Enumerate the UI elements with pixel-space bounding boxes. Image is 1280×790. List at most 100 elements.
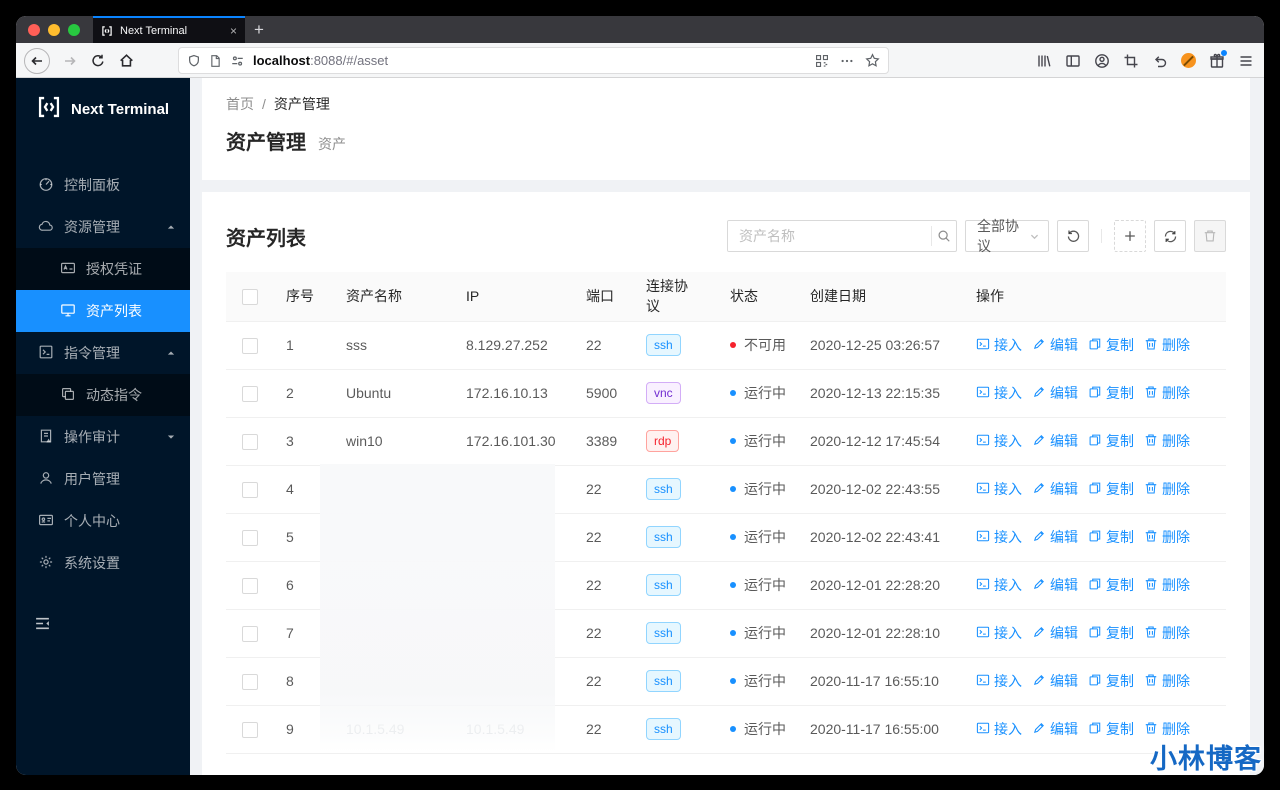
sidebar-item-audit[interactable]: 操作审计 [16,416,190,458]
row-checkbox[interactable] [242,577,258,594]
sidebar-item-settings[interactable]: 系统设置 [16,542,190,584]
row-checkbox[interactable] [242,385,258,402]
row-checkbox[interactable] [242,721,258,738]
copy-action[interactable]: 复制 [1088,575,1134,595]
copy-action[interactable]: 复制 [1088,479,1134,499]
row-checkbox[interactable] [242,529,258,546]
edit-action[interactable]: 编辑 [1032,335,1078,355]
protocol-tag: ssh [646,574,681,596]
row-checkbox[interactable] [242,433,258,450]
app-logo[interactable]: Next Terminal [16,78,190,140]
delete-action[interactable]: 删除 [1144,623,1190,643]
zoom-window-button[interactable] [68,24,80,36]
search-icon[interactable] [931,226,956,246]
sidebar-item-user-manage[interactable]: 用户管理 [16,458,190,500]
delete-action[interactable]: 删除 [1144,719,1190,739]
extension-blocked-icon[interactable] [1181,53,1196,68]
minimize-window-button[interactable] [48,24,60,36]
sidebar-item-asset-list[interactable]: 资产列表 [16,290,190,332]
delete-action[interactable]: 删除 [1144,335,1190,355]
bookmark-star-icon[interactable] [865,53,880,68]
select-all-checkbox[interactable] [242,288,258,305]
page-subtitle: 资产 [318,136,346,152]
back-button[interactable] [24,47,50,74]
library-icon[interactable] [1036,53,1052,69]
screenshot-crop-icon[interactable] [1123,53,1139,69]
sidebar-toggle-icon[interactable] [1065,53,1081,69]
access-action[interactable]: 接入 [976,527,1022,547]
col-header-actions: 操作 [960,272,1226,322]
access-action[interactable]: 接入 [976,575,1022,595]
forward-button[interactable] [62,53,78,69]
protocol-select[interactable]: 全部协议 [965,218,1049,254]
delete-action[interactable]: 删除 [1144,431,1190,451]
edit-action[interactable]: 编辑 [1032,719,1078,739]
edit-action[interactable]: 编辑 [1032,383,1078,403]
copy-action[interactable]: 复制 [1088,719,1134,739]
access-action[interactable]: 接入 [976,335,1022,355]
delete-icon [1144,433,1158,450]
access-action[interactable]: 接入 [976,671,1022,691]
edit-action[interactable]: 编辑 [1032,575,1078,595]
home-button[interactable] [118,52,135,69]
permissions-icon[interactable] [230,54,245,68]
url-bar[interactable]: localhost:8088/#/asset [178,47,889,74]
page-info-icon[interactable] [209,54,222,68]
menu-hamburger-icon[interactable] [1238,53,1254,69]
edit-action[interactable]: 编辑 [1032,431,1078,451]
protocol-tag: ssh [646,622,681,644]
copy-action[interactable]: 复制 [1088,527,1134,547]
cell-actions: 接入 编辑 复制 删除 [960,513,1226,562]
url-text[interactable]: localhost:8088/#/asset [253,53,807,68]
delete-action[interactable]: 删除 [1144,479,1190,499]
sidebar-item-command-manage[interactable]: 指令管理 [16,332,190,374]
edit-action[interactable]: 编辑 [1032,479,1078,499]
delete-action[interactable]: 删除 [1144,527,1190,547]
sidebar-item-resource-manage[interactable]: 资源管理 [16,206,190,248]
access-action[interactable]: 接入 [976,431,1022,451]
reload-button[interactable] [90,53,106,69]
copy-action[interactable]: 复制 [1088,623,1134,643]
cell-ip: 172.16.10.13 [450,369,570,418]
undo-icon[interactable] [1152,53,1168,69]
new-tab-button[interactable]: + [254,18,264,42]
sidebar-item-profile[interactable]: 个人中心 [16,500,190,542]
asset-search-input[interactable] [728,221,931,251]
row-checkbox[interactable] [242,625,258,642]
access-action[interactable]: 接入 [976,623,1022,643]
access-action[interactable]: 接入 [976,383,1022,403]
edit-action[interactable]: 编辑 [1032,671,1078,691]
delete-action[interactable]: 删除 [1144,383,1190,403]
access-action[interactable]: 接入 [976,479,1022,499]
reset-search-button[interactable] [1057,220,1089,252]
copy-action[interactable]: 复制 [1088,383,1134,403]
copy-action[interactable]: 复制 [1088,335,1134,355]
tracking-shield-icon[interactable] [187,54,201,68]
edit-action[interactable]: 编辑 [1032,527,1078,547]
sidebar-item-dynamic-command[interactable]: 动态指令 [16,374,190,416]
menu-fold-icon[interactable] [34,615,51,637]
row-checkbox[interactable] [242,337,258,354]
delete-action[interactable]: 删除 [1144,671,1190,691]
sidebar-item-credential[interactable]: 授权凭证 [16,248,190,290]
browser-tab[interactable]: Next Terminal × [93,16,245,43]
row-checkbox[interactable] [242,481,258,498]
row-checkbox[interactable] [242,673,258,690]
copy-action[interactable]: 复制 [1088,431,1134,451]
copy-action[interactable]: 复制 [1088,671,1134,691]
page-actions-icon[interactable] [840,54,854,68]
batch-delete-button[interactable] [1194,220,1226,252]
refresh-table-button[interactable] [1154,220,1186,252]
access-action[interactable]: 接入 [976,719,1022,739]
qr-scan-icon[interactable] [815,54,829,68]
edit-action[interactable]: 编辑 [1032,623,1078,643]
tab-close-icon[interactable]: × [230,25,237,37]
account-icon[interactable] [1094,53,1110,69]
close-window-button[interactable] [28,24,40,36]
cell-created: 2020-12-01 22:28:20 [794,561,960,610]
delete-action[interactable]: 删除 [1144,575,1190,595]
sidebar-item-dashboard[interactable]: 控制面板 [16,164,190,206]
breadcrumb-home[interactable]: 首页 [226,94,254,114]
whats-new-gift-icon[interactable] [1209,49,1227,69]
add-asset-button[interactable] [1114,220,1146,252]
